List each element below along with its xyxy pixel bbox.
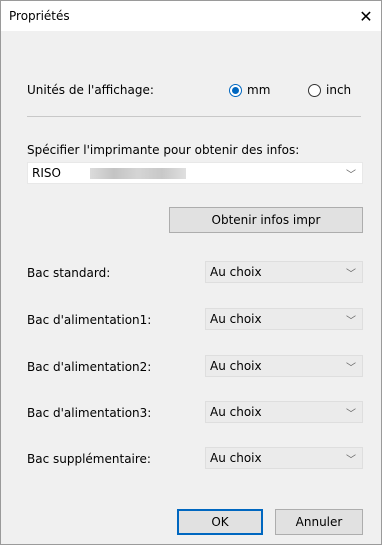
tray-select-feed2[interactable]: Au choix ﹀ <box>205 355 363 377</box>
properties-dialog: Propriétés ✕ Unités de l'affichage: mm i… <box>0 0 382 545</box>
chevron-down-icon: ﹀ <box>346 363 356 374</box>
tray-value-standard: Au choix <box>210 265 262 279</box>
tray-label-feed2: Bac d'alimentation2: <box>27 360 152 374</box>
radio-inch[interactable] <box>308 84 321 97</box>
tray-value-feed2: Au choix <box>210 359 262 373</box>
ok-button[interactable]: OK <box>177 509 263 535</box>
chevron-down-icon: ﹀ <box>346 316 356 327</box>
radio-mm-label[interactable]: mm <box>247 83 270 97</box>
separator <box>27 116 361 117</box>
radio-mm[interactable] <box>229 84 242 97</box>
chevron-down-icon: ﹀ <box>346 269 356 280</box>
tray-select-extra[interactable]: Au choix ﹀ <box>205 447 363 469</box>
tray-label-standard: Bac standard: <box>27 266 111 280</box>
redacted-printer-name <box>90 168 186 179</box>
printer-select-value: RISO <box>32 166 61 180</box>
tray-value-extra: Au choix <box>210 451 262 465</box>
tray-value-feed1: Au choix <box>210 312 262 326</box>
tray-label-extra: Bac supplémentaire: <box>27 452 151 466</box>
chevron-down-icon: ﹀ <box>346 455 356 466</box>
tray-select-feed1[interactable]: Au choix ﹀ <box>205 308 363 330</box>
close-button[interactable]: ✕ <box>351 1 381 31</box>
close-icon: ✕ <box>359 6 373 26</box>
radio-inch-label[interactable]: inch <box>326 83 351 97</box>
title-bar: Propriétés ✕ <box>1 1 381 31</box>
display-units-label: Unités de l'affichage: <box>27 83 154 97</box>
tray-value-feed3: Au choix <box>210 405 262 419</box>
window-title: Propriétés <box>9 9 70 23</box>
cancel-button[interactable]: Annuler <box>275 509 363 535</box>
chevron-down-icon: ﹀ <box>346 409 356 420</box>
chevron-down-icon: ﹀ <box>346 170 356 181</box>
tray-select-feed3[interactable]: Au choix ﹀ <box>205 401 363 423</box>
tray-select-standard[interactable]: Au choix ﹀ <box>205 261 363 283</box>
get-printer-info-button[interactable]: Obtenir infos impr <box>169 207 363 233</box>
tray-label-feed3: Bac d'alimentation3: <box>27 406 152 420</box>
printer-select[interactable]: RISO ﹀ <box>27 162 363 184</box>
printer-label: Spécifier l'imprimante pour obtenir des … <box>27 143 300 157</box>
tray-label-feed1: Bac d'alimentation1: <box>27 313 152 327</box>
